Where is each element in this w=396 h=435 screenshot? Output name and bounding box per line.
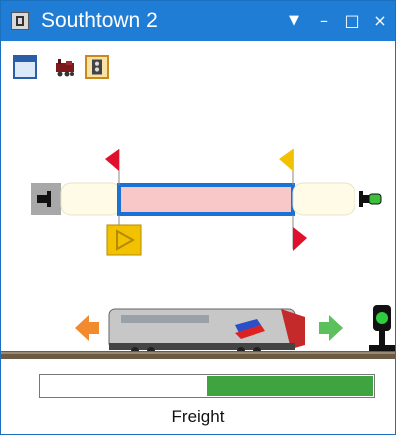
track-segment-left[interactable]: [60, 182, 122, 216]
traffic-light-icon[interactable]: [369, 305, 395, 351]
window-title: Southtown 2: [41, 9, 158, 32]
train-progress-bar: [39, 374, 375, 398]
left-coupler-icon: [37, 195, 47, 203]
signal-flag-red-top[interactable]: [105, 149, 119, 171]
maximize-button[interactable]: □: [339, 7, 365, 35]
orange-left-arrow-icon[interactable]: [75, 315, 99, 341]
track-block-selected[interactable]: [117, 183, 295, 216]
signal-flag-red-bottom[interactable]: [293, 227, 307, 251]
left-coupler-plate: [47, 191, 51, 207]
train-window: Southtown 2 ▼ – □ × Freight: [0, 0, 396, 435]
app-icon[interactable]: [11, 12, 29, 30]
track-segment-right[interactable]: [292, 182, 356, 216]
green-right-arrow-icon[interactable]: [319, 315, 343, 341]
track-diagram: [1, 93, 395, 371]
green-marker-icon: [368, 193, 382, 205]
signal-panel-icon[interactable]: [85, 55, 109, 79]
signal-flag-yellow-top[interactable]: [279, 149, 293, 171]
right-coupler-icon: [363, 195, 369, 203]
train-type-label: Freight: [171, 407, 225, 426]
train-progress-fill: [207, 376, 373, 396]
title-bar[interactable]: Southtown 2 ▼ – □ ×: [1, 1, 395, 41]
close-button[interactable]: ×: [367, 7, 393, 35]
minimize-button[interactable]: –: [311, 7, 337, 35]
window-icon[interactable]: [13, 55, 37, 79]
locomotive-icon[interactable]: [53, 55, 77, 79]
right-coupler-plate: [359, 191, 363, 207]
menu-dropdown-button[interactable]: ▼: [281, 7, 307, 35]
switch-box[interactable]: [106, 224, 142, 256]
locomotive-image[interactable]: [108, 308, 305, 355]
toolbar: [1, 41, 395, 93]
